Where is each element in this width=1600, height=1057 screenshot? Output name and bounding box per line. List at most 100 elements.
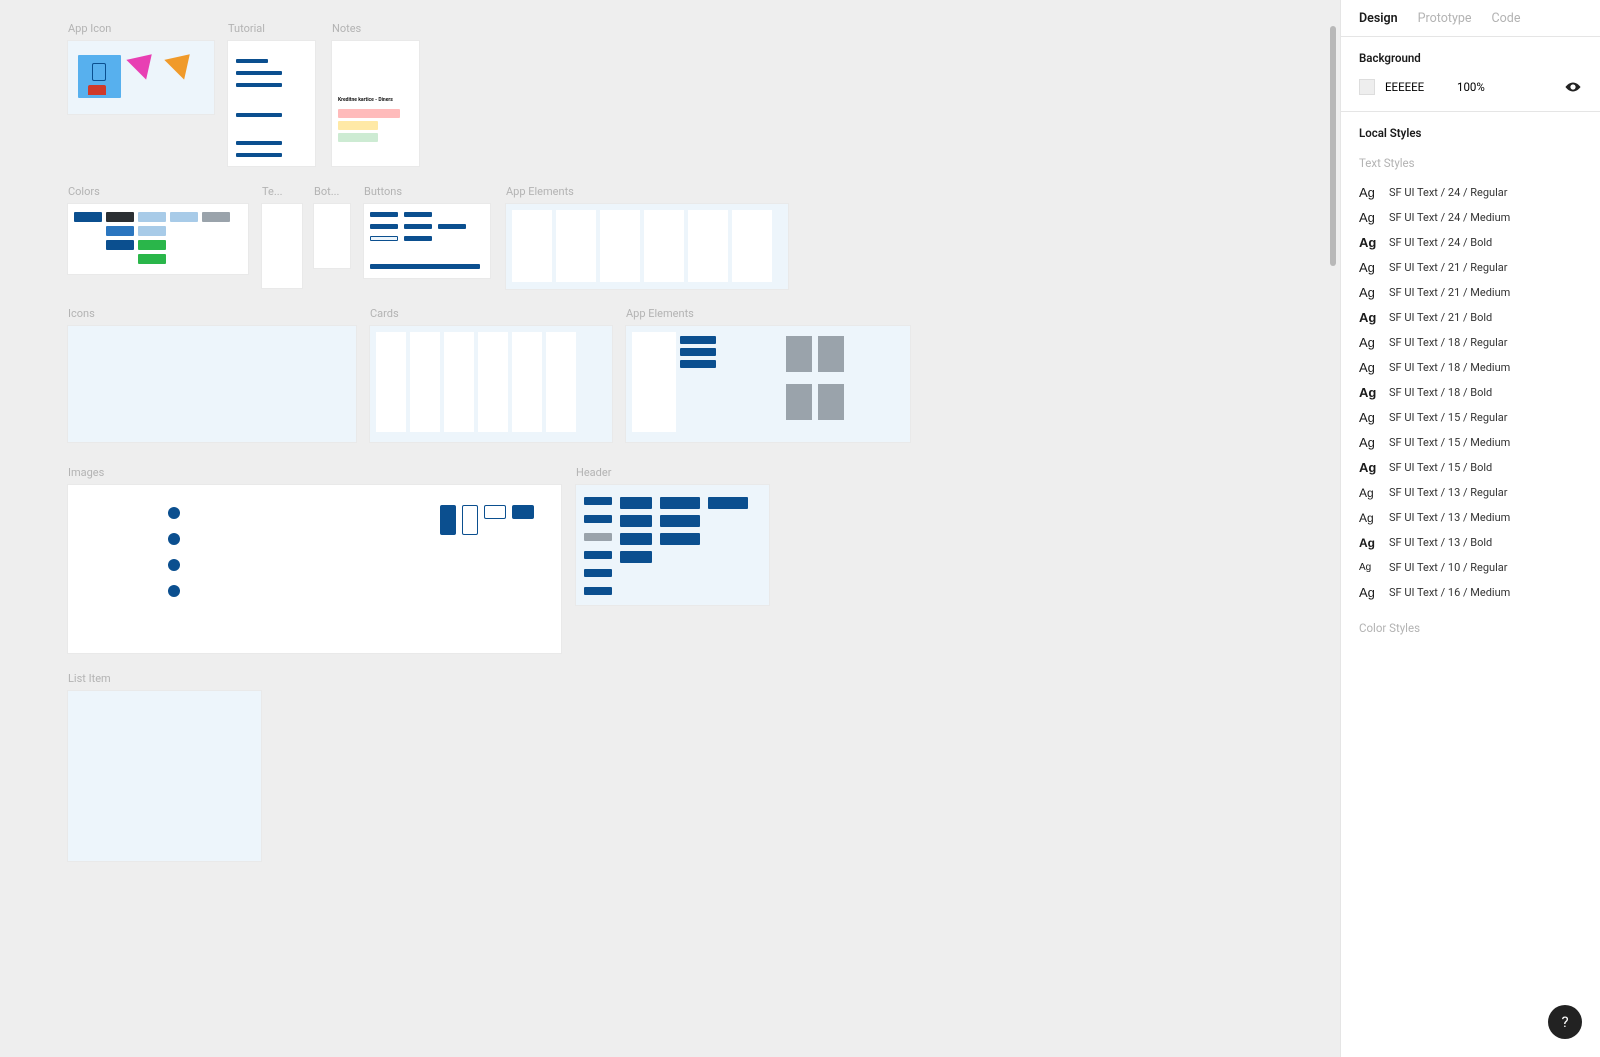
text-style-row[interactable]: AgSF UI Text / 15 / Bold [1351, 455, 1590, 480]
text-style-row[interactable]: AgSF UI Text / 21 / Regular [1351, 255, 1590, 280]
frame-icons[interactable]: Icons [68, 307, 356, 442]
text-style-row[interactable]: AgSF UI Text / 21 / Medium [1351, 280, 1590, 305]
phone [440, 505, 456, 535]
card [546, 332, 576, 432]
inspector-panel: Design Prototype Code Background EEEEEE … [1340, 0, 1600, 1057]
text-styles-list: AgSF UI Text / 24 / RegularAgSF UI Text … [1341, 174, 1600, 611]
frame-body[interactable] [68, 41, 214, 114]
frame-app-elements-2[interactable]: App Elements [626, 307, 910, 442]
help-icon: ? [1561, 1013, 1568, 1031]
bar [680, 336, 716, 344]
text-style-label: SF UI Text / 15 / Bold [1389, 461, 1492, 474]
color-styles-title: Color Styles [1341, 611, 1600, 639]
frame-tutorial[interactable]: Tutorial [228, 22, 315, 166]
door-icon [92, 63, 106, 81]
hdr [584, 515, 612, 523]
text-style-row[interactable]: AgSF UI Text / 16 / Medium [1351, 580, 1590, 605]
frame-header[interactable]: Header [576, 466, 769, 605]
text-style-label: SF UI Text / 13 / Medium [1389, 511, 1510, 524]
background-hex[interactable]: EEEEEE [1385, 80, 1447, 94]
text-style-row[interactable]: AgSF UI Text / 15 / Regular [1351, 405, 1590, 430]
frame-cards[interactable]: Cards [370, 307, 612, 442]
frame-app-elements[interactable]: App Elements [506, 185, 788, 289]
btn [404, 236, 432, 241]
frame-label: App Icon [68, 22, 214, 35]
frame-images[interactable]: Images [68, 466, 561, 653]
tab-prototype[interactable]: Prototype [1418, 11, 1472, 26]
app-icon-large [78, 55, 121, 98]
frame-app-icon[interactable]: App Icon [68, 22, 214, 114]
frame-colors[interactable]: Colors [68, 185, 248, 274]
ph [818, 384, 844, 420]
frame-label: Buttons [364, 185, 490, 198]
frame-notes[interactable]: Notes Kreditne kartice - Diners [332, 22, 419, 166]
frame-label: Icons [68, 307, 356, 320]
tab-design[interactable]: Design [1359, 11, 1398, 26]
ribbon-orange [164, 44, 199, 79]
text-style-row[interactable]: AgSF UI Text / 13 / Medium [1351, 505, 1590, 530]
frame-body[interactable] [314, 204, 350, 268]
color-chip [74, 212, 102, 222]
frame-body[interactable] [68, 204, 248, 274]
frame-body[interactable] [262, 204, 302, 288]
col [632, 332, 676, 432]
frame-body[interactable] [228, 41, 315, 166]
bar [236, 71, 282, 75]
btn [438, 224, 466, 229]
col [688, 210, 728, 282]
phone [462, 505, 478, 535]
bar [236, 141, 282, 145]
hdr [584, 587, 612, 595]
color-chip [138, 226, 166, 236]
circle-icon [168, 559, 180, 571]
text-style-row[interactable]: AgSF UI Text / 13 / Bold [1351, 530, 1590, 555]
canvas[interactable]: App Icon Tutorial Notes Kreditne kartice… [0, 0, 1340, 1057]
frame-body[interactable] [626, 326, 910, 442]
background-opacity[interactable]: 100% [1457, 80, 1554, 94]
frame-label: Notes [332, 22, 419, 35]
help-button[interactable]: ? [1548, 1005, 1582, 1039]
circle-icon [168, 533, 180, 545]
canvas-scrollbar[interactable] [1330, 26, 1336, 266]
frame-body[interactable] [364, 204, 490, 278]
ag-preview-icon: Ag [1359, 487, 1379, 499]
text-style-row[interactable]: AgSF UI Text / 18 / Medium [1351, 355, 1590, 380]
hdr [660, 533, 700, 545]
tab-code[interactable]: Code [1492, 11, 1521, 26]
frame-body[interactable] [68, 326, 356, 442]
visibility-toggle-icon[interactable] [1564, 81, 1582, 93]
text-style-row[interactable]: AgSF UI Text / 15 / Medium [1351, 430, 1590, 455]
background-row[interactable]: EEEEEE 100% [1341, 71, 1600, 112]
ag-preview-icon: Ag [1359, 436, 1379, 449]
frame-body[interactable] [370, 326, 612, 442]
frame-te[interactable]: Te... [262, 185, 302, 288]
text-style-row[interactable]: AgSF UI Text / 24 / Bold [1351, 230, 1590, 255]
text-style-label: SF UI Text / 18 / Regular [1389, 336, 1508, 349]
frame-body[interactable] [68, 691, 261, 861]
frame-body[interactable] [506, 204, 788, 289]
ag-preview-icon: Ag [1359, 586, 1379, 599]
frame-list-item[interactable]: List Item [68, 672, 261, 861]
text-style-label: SF UI Text / 24 / Bold [1389, 236, 1492, 249]
col [600, 210, 640, 282]
text-style-row[interactable]: AgSF UI Text / 10 / Regular [1351, 555, 1590, 580]
color-chip [138, 212, 166, 222]
text-style-row[interactable]: AgSF UI Text / 13 / Regular [1351, 480, 1590, 505]
frame-body[interactable]: Kreditne kartice - Diners [332, 41, 419, 166]
frame-body[interactable] [68, 485, 561, 653]
frame-body[interactable] [576, 485, 769, 605]
frame-bot[interactable]: Bot... [314, 185, 350, 268]
bar [236, 59, 268, 63]
frame-label: Header [576, 466, 769, 479]
ag-preview-icon: Ag [1359, 537, 1379, 549]
bar [236, 83, 282, 87]
card [410, 332, 440, 432]
text-style-row[interactable]: AgSF UI Text / 24 / Medium [1351, 205, 1590, 230]
text-style-row[interactable]: AgSF UI Text / 18 / Regular [1351, 330, 1590, 355]
ag-preview-icon: Ag [1359, 411, 1379, 424]
text-style-row[interactable]: AgSF UI Text / 21 / Bold [1351, 305, 1590, 330]
text-style-row[interactable]: AgSF UI Text / 24 / Regular [1351, 180, 1590, 205]
frame-buttons[interactable]: Buttons [364, 185, 490, 278]
text-style-row[interactable]: AgSF UI Text / 18 / Bold [1351, 380, 1590, 405]
background-swatch[interactable] [1359, 79, 1375, 95]
